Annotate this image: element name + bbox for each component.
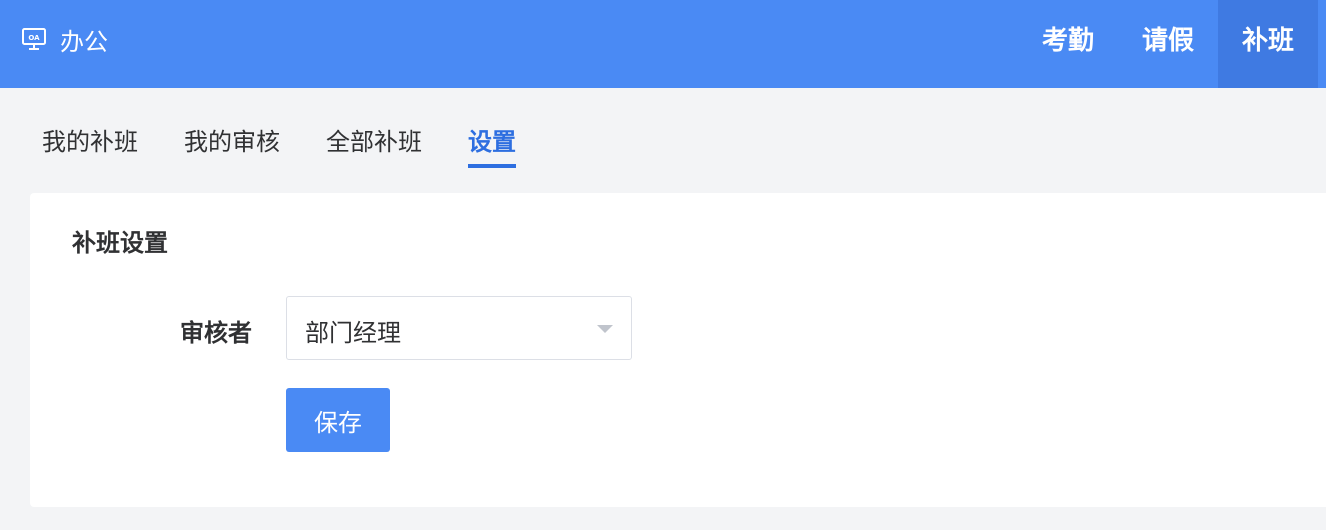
tab-my-makeup[interactable]: 我的补班: [42, 120, 138, 168]
brand-label: 办公: [60, 27, 108, 56]
brand[interactable]: OA 办公: [20, 0, 108, 78]
caret-down-icon: [597, 325, 613, 333]
top-nav: 考勤 请假 补班: [1018, 0, 1318, 88]
topnav-item-makeup-shift[interactable]: 补班: [1217, 0, 1318, 88]
settings-card: 补班设置 审核者 部门经理 保存: [30, 193, 1326, 507]
tab-settings[interactable]: 设置: [468, 120, 516, 168]
tab-all-makeup[interactable]: 全部补班: [326, 120, 422, 168]
topnav-item-leave[interactable]: 请假: [1118, 0, 1218, 88]
svg-text:OA: OA: [28, 34, 40, 42]
reviewer-select[interactable]: 部门经理: [286, 296, 632, 360]
save-button[interactable]: 保存: [286, 388, 390, 452]
top-navbar: OA 办公 考勤 请假 补班: [0, 0, 1326, 88]
topnav-item-attendance[interactable]: 考勤: [1018, 0, 1118, 88]
subtabs: 我的补班 我的审核 全部补班 设置: [42, 120, 516, 168]
reviewer-select-value: 部门经理: [305, 319, 401, 347]
reviewer-label: 审核者: [180, 319, 252, 347]
card-title: 补班设置: [72, 229, 168, 257]
monitor-oa-icon: OA: [20, 25, 48, 53]
tab-my-review[interactable]: 我的审核: [184, 120, 280, 168]
